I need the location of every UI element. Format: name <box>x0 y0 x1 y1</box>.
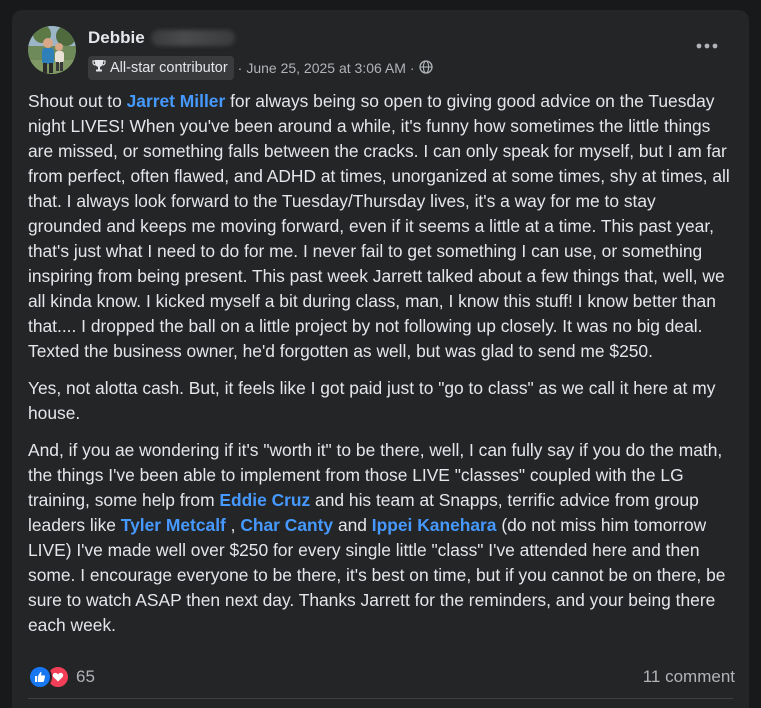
mention-link[interactable]: Jarret Miller <box>127 91 226 111</box>
text-segment: for always being so open to giving good … <box>28 91 730 361</box>
like-icon <box>28 665 52 689</box>
mention-link[interactable]: Eddie Cruz <box>219 490 310 510</box>
post-header: Debbie All-star contributor · June 25, 2… <box>28 26 733 80</box>
contributor-badge[interactable]: All-star contributor <box>88 56 234 80</box>
text-segment: and <box>333 515 372 535</box>
meta-separator: · <box>409 60 415 76</box>
post-paragraph-3: And, if you ae wondering if it's "worth … <box>28 438 734 638</box>
reaction-count[interactable]: 65 <box>76 667 95 687</box>
text-segment: Shout out to <box>28 91 127 111</box>
trophy-icon <box>92 59 110 77</box>
globe-icon[interactable] <box>418 59 433 77</box>
author-first-name[interactable]: Debbie <box>88 28 145 48</box>
footer-divider <box>28 698 733 699</box>
page: Debbie All-star contributor · June 25, 2… <box>0 0 761 708</box>
mention-link[interactable]: Tyler Metcalf <box>121 515 226 535</box>
post-paragraph-2: Yes, not alotta cash. But, it feels like… <box>28 378 716 423</box>
post-paragraph-1: Shout out to Jarret Miller for always be… <box>28 89 734 364</box>
post-meta: All-star contributor · June 25, 2025 at … <box>88 56 433 80</box>
meta-separator: · <box>237 60 243 76</box>
post-footer: 65 11 comment <box>28 663 735 691</box>
post-timestamp[interactable]: June 25, 2025 at 3:06 AM <box>246 60 406 76</box>
mention-link[interactable]: Ippei Kanehara <box>372 515 497 535</box>
author-name[interactable]: Debbie <box>88 28 235 48</box>
post-card: Debbie All-star contributor · June 25, 2… <box>12 10 749 708</box>
badge-label: All-star contributor <box>110 60 228 76</box>
comment-count-link[interactable]: 11 comment <box>643 667 735 687</box>
mention-link[interactable]: Char Canty <box>240 515 333 535</box>
reaction-summary[interactable]: 65 <box>28 665 95 689</box>
post-body: Shout out to Jarret Miller for always be… <box>28 89 734 650</box>
author-last-name-blurred <box>150 30 235 46</box>
text-segment: , <box>225 515 241 535</box>
more-options-icon[interactable] <box>691 36 723 56</box>
avatar[interactable] <box>28 26 76 74</box>
